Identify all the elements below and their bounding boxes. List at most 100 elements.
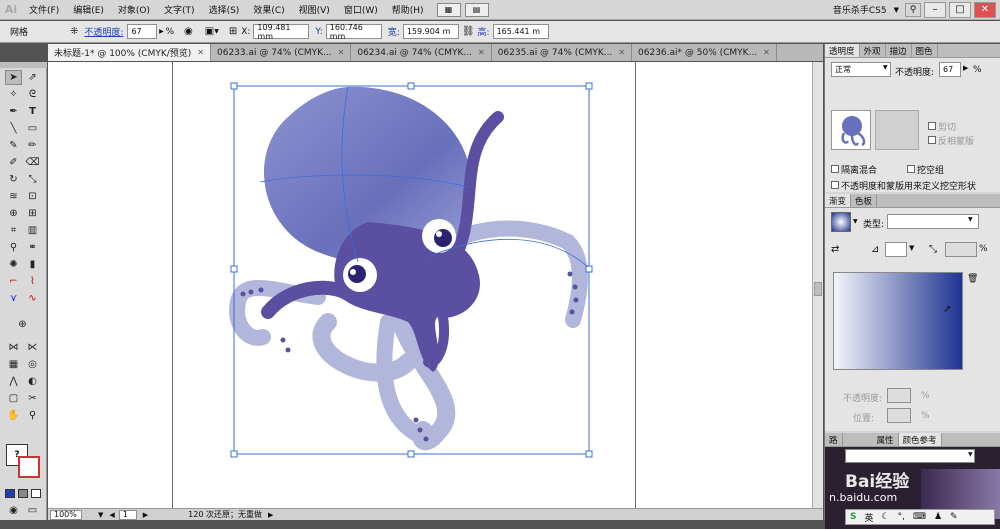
chevron-down-icon[interactable]: ▼ xyxy=(214,28,219,35)
tab-stroke[interactable]: 描边 xyxy=(886,44,912,57)
isolate-icon[interactable]: ⁜ xyxy=(70,26,78,37)
close-icon[interactable]: ✕ xyxy=(478,48,485,57)
reverse-gradient-icon[interactable]: ⇄ xyxy=(831,244,839,255)
reference-point-icon[interactable]: ⊞ xyxy=(229,26,237,37)
mask-thumbnail[interactable] xyxy=(875,110,919,150)
menu-effect[interactable]: 效果(C) xyxy=(246,3,291,16)
artboard-tool-icon[interactable]: ⌐ xyxy=(5,274,22,289)
recolor-icon[interactable]: ◉ xyxy=(184,26,193,37)
tab-document-4[interactable]: 06235.ai @ 74% (CMYK... ✕ xyxy=(492,44,633,61)
zoom-tool-icon[interactable]: ⚲ xyxy=(24,408,41,423)
chevron-down-icon[interactable]: ▼ xyxy=(968,451,973,458)
selection-tool-icon[interactable]: ➤ xyxy=(5,70,22,85)
menu-object[interactable]: 对象(O) xyxy=(111,3,157,16)
ime-language-toggle[interactable]: 英 xyxy=(864,511,873,524)
status-menu-icon[interactable]: ▶ xyxy=(268,511,273,519)
tab-document-5[interactable]: 06236.ai* @ 50% (CMYK... ✕ xyxy=(632,44,777,61)
menu-type[interactable]: 文字(T) xyxy=(157,3,202,16)
chevron-down-icon[interactable]: ▼ xyxy=(853,218,858,225)
type-tool-icon[interactable]: T xyxy=(24,104,41,119)
eyedropper-tool-icon[interactable]: ⚲ xyxy=(5,240,22,255)
gradient-angle-input[interactable] xyxy=(885,242,907,257)
perspective-grid-tool-icon[interactable]: ⊞ xyxy=(24,206,41,221)
menu-file[interactable]: 文件(F) xyxy=(22,3,66,16)
aspect-ratio-input[interactable] xyxy=(945,242,977,257)
menu-window[interactable]: 窗口(W) xyxy=(337,3,385,16)
shape-builder-tool-icon[interactable]: ⊕ xyxy=(5,206,22,221)
punctuation-icon[interactable]: °, xyxy=(898,512,905,522)
reflect-tool-icon[interactable]: ⋈ xyxy=(5,340,22,355)
search-icon[interactable]: ⚲ xyxy=(905,2,921,17)
harmony-rules-select[interactable] xyxy=(845,449,975,463)
scroll-thumb[interactable] xyxy=(814,282,822,296)
keyboard-icon[interactable]: ⌨ xyxy=(913,512,926,522)
width-tool-icon[interactable]: ⋎ xyxy=(5,291,22,306)
next-page-icon[interactable]: ▶ xyxy=(143,511,148,519)
tab-pathfinder[interactable]: 路 xyxy=(825,433,843,446)
draw-mode-icon[interactable]: ◉ xyxy=(5,503,22,518)
chevron-down-icon[interactable]: ▼ xyxy=(894,6,899,14)
octopus-artwork[interactable] xyxy=(48,62,812,508)
page-input[interactable]: 1 xyxy=(118,509,137,520)
ime-toolbar[interactable]: S 英 ☾ °, ⌨ ♟ ✎ xyxy=(845,509,995,525)
isolate-blending-checkbox[interactable]: 隔离混合 xyxy=(831,163,877,176)
tab-color-guide[interactable]: 颜色参考 xyxy=(898,433,942,446)
tab-gradient[interactable]: 渐变 xyxy=(825,194,852,207)
tab-attributes[interactable]: 属性 xyxy=(873,433,899,446)
knockout-group-checkbox[interactable]: 挖空组 xyxy=(907,163,944,176)
blend-tool-icon[interactable]: ⚭ xyxy=(24,240,41,255)
magic-wand-tool-icon[interactable]: ✧ xyxy=(5,87,22,102)
y-position-input[interactable]: 160.746 mm xyxy=(325,23,382,41)
menu-edit[interactable]: 编辑(E) xyxy=(66,3,111,16)
screen-mode-icon[interactable]: ▭ xyxy=(24,503,41,518)
sogou-icon[interactable]: S xyxy=(850,512,856,522)
warp-tool-icon[interactable]: ≋ xyxy=(5,189,22,204)
width-input[interactable]: 159.904 m xyxy=(402,24,459,39)
height-input[interactable]: 165.441 m xyxy=(492,24,549,39)
none-mode-icon[interactable] xyxy=(31,489,41,498)
chevron-down-icon[interactable]: ▼ xyxy=(968,216,973,223)
mesh-tool-icon[interactable]: ⌗ xyxy=(5,223,22,238)
free-transform-tool-icon[interactable]: ⊡ xyxy=(24,189,41,204)
direct-selection-tool-icon[interactable]: ⇗ xyxy=(24,70,41,85)
column-graph-tool-icon[interactable]: ▮ xyxy=(24,257,41,272)
workspace-switcher[interactable]: 音乐杀手CS5 xyxy=(826,3,894,16)
invert-mask-checkbox[interactable]: 反相蒙版 xyxy=(928,134,974,147)
tab-graphic-styles[interactable]: 图色 xyxy=(912,44,938,57)
tab-document-3[interactable]: 06234.ai @ 74% (CMYK... ✕ xyxy=(351,44,492,61)
chevron-down-icon[interactable]: ▼ xyxy=(883,64,888,71)
symbol-sprayer-tool-icon[interactable]: ✺ xyxy=(5,257,22,272)
close-icon[interactable]: ✕ xyxy=(618,48,625,57)
stop-location-input[interactable] xyxy=(887,408,911,423)
menu-view[interactable]: 视图(V) xyxy=(292,3,337,16)
close-button[interactable]: ✕ xyxy=(974,1,996,18)
tab-swatches[interactable]: 色板 xyxy=(851,194,878,207)
rotate-tool-icon[interactable]: ↻ xyxy=(5,172,22,187)
close-icon[interactable]: ✕ xyxy=(763,48,770,57)
arrange-documents-icon[interactable]: ▤ xyxy=(464,2,489,17)
slice-tool-icon[interactable]: ⌇ xyxy=(24,274,41,289)
clip-checkbox[interactable]: 剪切 xyxy=(928,120,956,133)
twirl-tool-icon[interactable]: ◎ xyxy=(24,357,41,372)
tools-icon[interactable]: ✎ xyxy=(950,512,958,522)
opacity-mask-checkbox[interactable]: 不透明度和蒙版用来定义挖空形状 xyxy=(831,179,976,192)
hand-tool-icon[interactable]: ✋ xyxy=(5,408,22,423)
align-icon[interactable]: ▣ xyxy=(205,26,214,37)
previous-page-icon[interactable]: ◀ xyxy=(109,511,114,519)
chevron-down-icon[interactable]: ▼ xyxy=(98,511,103,519)
zoom-input[interactable]: 100% xyxy=(50,509,82,520)
opacity-link[interactable]: 不透明度: xyxy=(84,25,123,38)
gradient-tool-icon[interactable]: ▥ xyxy=(24,223,41,238)
menu-select[interactable]: 选择(S) xyxy=(202,3,247,16)
rectangle-tool-icon[interactable]: ▭ xyxy=(24,121,41,136)
moon-icon[interactable]: ☾ xyxy=(882,512,890,522)
scale-tool-icon[interactable]: ⤡ xyxy=(24,172,41,187)
gradient-slider[interactable] xyxy=(833,272,963,370)
warp-variant-icon[interactable]: ∿ xyxy=(24,291,41,306)
gradient-type-select[interactable] xyxy=(887,214,979,229)
stroke-swatch[interactable] xyxy=(18,456,40,478)
tab-appearance[interactable]: 外观 xyxy=(860,44,886,57)
link-icon[interactable]: ⛓ xyxy=(462,26,475,37)
opacity-arrow-icon[interactable]: ▶ xyxy=(157,24,165,39)
opacity-arrow-icon[interactable]: ▶ xyxy=(963,64,968,72)
